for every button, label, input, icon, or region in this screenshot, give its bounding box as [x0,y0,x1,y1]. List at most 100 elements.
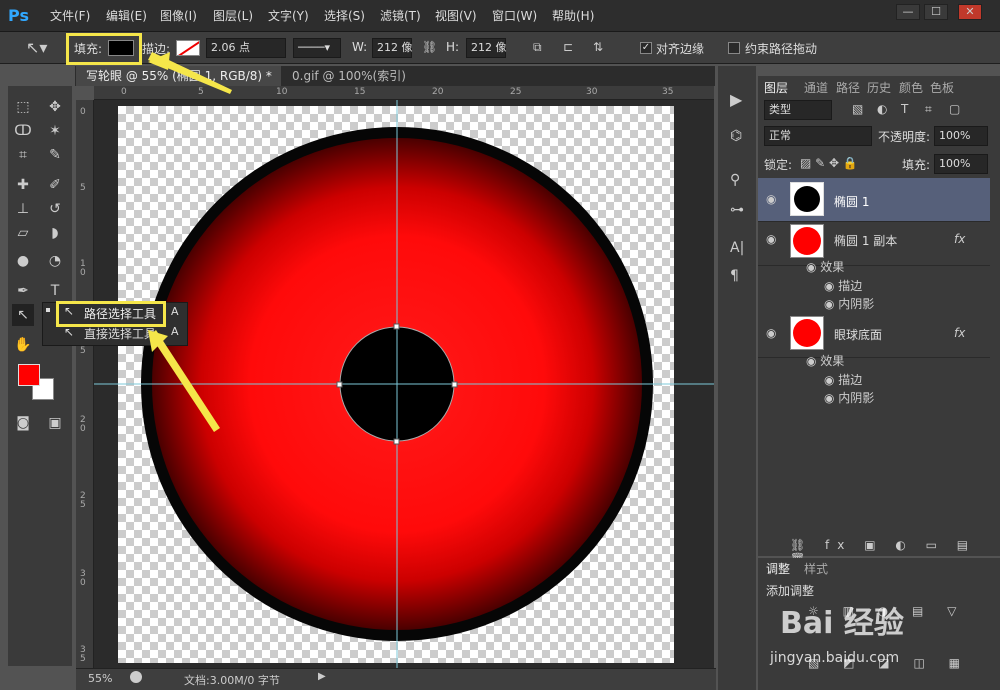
tool-presets-icon[interactable]: ⊶ [730,202,744,218]
close-button[interactable]: ✕ [958,4,982,20]
filter-type-icon[interactable]: T [901,102,908,116]
info-panel-icon[interactable]: ⌬ [730,128,742,144]
minimize-button[interactable]: — [896,4,920,20]
menu-view[interactable]: 视图(V) [435,7,477,24]
menu-select[interactable]: 选择(S) [324,7,365,24]
filter-pixel-icon[interactable]: ▧ [852,102,863,116]
eye-icon[interactable]: ◉ [824,373,838,387]
healing-brush-icon[interactable]: ✚ [12,174,34,196]
layer-fx-badge[interactable]: fx [954,326,965,340]
menu-help[interactable]: 帮助(H) [552,7,594,24]
clone-stamp-icon[interactable]: ⊥ [12,198,34,220]
brush-tool-icon[interactable]: ✐ [44,174,66,196]
history-brush-icon[interactable]: ↺ [44,198,66,220]
align-edges-checkbox[interactable]: ✓ [640,42,652,54]
zoom-level[interactable]: 55% [88,672,112,685]
effect-item[interactable]: ◉ 描边 [824,371,1000,389]
eye-icon[interactable]: ◉ [824,391,838,405]
tab-color[interactable]: 颜色 [899,79,923,96]
opacity-field[interactable]: 100% [934,126,988,146]
tab-styles[interactable]: 样式 [804,560,828,577]
tab-document-2[interactable]: 0.gif @ 100%(索引) [282,66,417,86]
highlight-box-fill [66,33,142,65]
effects-row[interactable]: ◉ 效果 [806,258,1000,276]
menu-filter[interactable]: 滤镜(T) [380,7,421,24]
hand-tool-icon[interactable]: ✋ [12,334,34,356]
layer-filter-dropdown[interactable]: 类型 [764,100,832,120]
path-alignment-icon[interactable]: ⊏ [563,40,573,54]
ruler-tick: 0 [80,107,86,117]
effect-item[interactable]: ◉ 内阴影 [824,295,1000,313]
eye-icon[interactable]: ◉ [806,354,820,368]
tab-swatches[interactable]: 色板 [930,79,954,96]
foreground-color-front[interactable] [18,364,40,386]
eraser-tool-icon[interactable]: ▱ [12,222,34,244]
flyout-item-direct-selection[interactable]: 直接选择工具 [84,325,156,342]
blend-mode-dropdown[interactable]: 正常 [764,126,872,146]
eye-icon[interactable]: ◉ [824,297,838,311]
effects-row[interactable]: ◉ 效果 [806,352,1000,370]
status-menu-arrow-icon[interactable]: ▶ [318,671,326,682]
tab-history[interactable]: 历史 [867,79,891,96]
play-action-icon[interactable]: ▶ [730,90,742,109]
blur-tool-icon[interactable]: ● [12,250,34,272]
lock-pixels-icon[interactable]: ▨ ✎ ✥ 🔒 [800,156,858,170]
stroke-width-field[interactable]: 2.06 点 [206,38,286,58]
path-operations-icon[interactable]: ⧉ [533,40,542,55]
magic-wand-icon[interactable]: ✶ [44,120,66,142]
path-arrangement-icon[interactable]: ⇅ [593,40,603,54]
visibility-eye-icon[interactable]: ◉ [766,232,776,246]
visibility-eye-icon[interactable]: ◉ [766,326,776,340]
screen-mode-icon[interactable]: ▣ [44,412,66,434]
menu-type[interactable]: 文字(Y) [268,7,309,24]
stroke-type-dropdown[interactable]: ────▾ [293,38,341,58]
dodge-tool-icon[interactable]: ◔ [44,250,66,272]
menu-window[interactable]: 窗口(W) [492,7,537,24]
eye-icon[interactable]: ◉ [806,260,820,274]
fill-opacity-field[interactable]: 100% [934,154,988,174]
move-tool-icon[interactable]: ✥ [44,96,66,118]
effect-item[interactable]: ◉ 描边 [824,277,1000,295]
filter-shape-icon[interactable]: ⌗ [925,102,932,117]
filter-adjust-icon[interactable]: ◐ [877,102,887,116]
filter-smart-icon[interactable]: ▢ [949,102,960,116]
sharingan-artwork[interactable] [94,100,714,670]
tab-paths[interactable]: 路径 [836,79,860,96]
eye-icon[interactable]: ◉ [824,279,838,293]
paragraph-panel-icon[interactable]: ¶ [730,268,739,284]
w-label: W: [352,40,368,54]
type-tool-icon[interactable]: T [44,280,66,302]
path-select-tool-icon[interactable]: ↖▾ [26,38,56,58]
layer-name[interactable]: 椭圆 1 副本 [834,232,897,249]
menu-edit[interactable]: 编辑(E) [106,7,147,24]
brush-panel-icon[interactable]: ⚲ [730,172,740,188]
width-field[interactable]: 212 像 [372,38,413,58]
layer-name[interactable]: 眼球底面 [834,326,882,343]
character-panel-icon[interactable]: A| [730,240,744,256]
marquee-tool-icon[interactable]: ⬚ [12,96,34,118]
visibility-eye-icon[interactable]: ◉ [766,192,776,206]
tab-adjustments[interactable]: 调整 [766,560,790,577]
tab-document-1[interactable]: 写轮眼 @ 55% (椭圆 1, RGB/8) * [76,66,281,86]
tab-channels[interactable]: 通道 [804,79,828,96]
effect-item[interactable]: ◉ 内阴影 [824,389,1000,407]
lasso-tool-icon[interactable]: ↀ [12,120,34,142]
stroke-swatch[interactable] [176,40,200,56]
quick-mask-icon[interactable]: ◙ [12,412,34,434]
tab-layers[interactable]: 图层 [764,79,788,96]
constrain-path-checkbox[interactable] [728,42,740,54]
height-field[interactable]: 212 像 [466,38,507,58]
layer-fx-badge[interactable]: fx [954,232,965,246]
link-icon[interactable]: ⛓ [422,40,437,54]
menu-image[interactable]: 图像(I) [160,7,197,24]
paint-bucket-icon[interactable]: ◗ [44,222,66,244]
eyedropper-icon[interactable]: ✎ [44,144,66,166]
crop-tool-icon[interactable]: ⌗ [12,144,34,166]
layer-name[interactable]: 椭圆 1 [834,193,869,210]
menu-layer[interactable]: 图层(L) [213,7,253,24]
status-icon[interactable] [130,671,142,683]
pen-tool-icon[interactable]: ✒ [12,280,34,302]
maximize-button[interactable]: ☐ [924,4,948,20]
path-selection-tool-icon[interactable]: ↖ [12,304,34,326]
menu-file[interactable]: 文件(F) [50,7,90,24]
